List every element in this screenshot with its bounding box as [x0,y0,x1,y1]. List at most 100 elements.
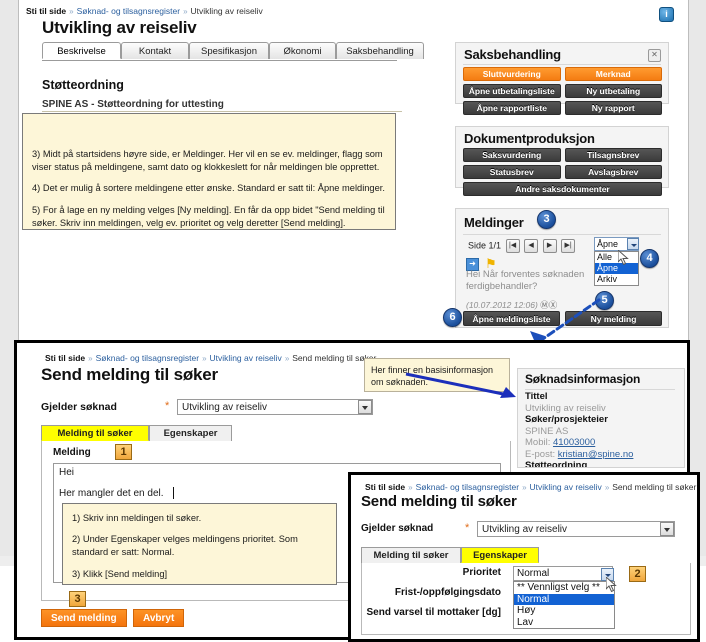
note-paragraph-5: 5) For å lage en ny melding velges [Ny m… [32,204,385,228]
breadcrumb-separator: » [408,483,413,492]
panel-dokumentproduksjon-title: Dokumentproduksjon [464,131,595,146]
label-gjelder-soknad: Gjelder søknad [41,401,117,413]
breadcrumb-item-register[interactable]: Søknad- og tilsagnsregister [77,6,180,16]
tab-kontakt[interactable]: Kontakt [121,42,189,59]
button-ny-rapport[interactable]: Ny rapport [564,101,662,115]
tooltip-arrow [405,372,516,398]
button-sluttvurdering[interactable]: Sluttvurdering [463,67,561,81]
select-gjelder-soknad[interactable]: Utvikling av reiseliv [477,521,675,537]
callout-number-2: 2 [629,566,646,582]
button-saksvurdering[interactable]: Saksvurdering [463,148,561,162]
select-prioritet[interactable]: Normal [513,566,613,581]
button-apne-utbetalingsliste[interactable]: Åpne utbetalingsliste [463,84,561,98]
button-ny-utbetaling[interactable]: Ny utbetaling [564,84,662,98]
panel-saksbehandling-title: Saksbehandling [464,47,561,62]
breadcrumb-root[interactable]: Sti til side [45,353,85,363]
tab-okonomi[interactable]: Økonomi [269,42,336,59]
panel-dokumentproduksjon: Dokumentproduksjon Saksvurdering Tilsagn… [455,126,669,196]
note-paragraph-4: 4) Det er mulig å sortere meldingene ett… [32,183,385,194]
breadcrumb-item-soknad[interactable]: Utvikling av reiseliv [530,482,602,492]
breadcrumb-root[interactable]: Sti til side [26,6,66,16]
page-title: Utvikling av reiseliv [42,18,197,37]
button-apne-rapportliste[interactable]: Åpne rapportliste [463,101,561,115]
tab-egenskaper[interactable]: Egenskaper [461,547,539,563]
window-tab-bar: Melding til søker Egenskaper [361,547,691,564]
pager-label: Side 1/1 [468,240,502,251]
section-divider [42,111,402,112]
breadcrumb-separator: » [88,354,93,363]
breadcrumb: Sti til side» Søknad- og tilsagnsregister… [45,353,376,363]
panel-divider [525,389,675,390]
tab-spesifikasjon[interactable]: Spesifikasjon [189,42,269,59]
panel-divider [463,234,661,235]
select-gjelder-soknad[interactable]: Utvikling av reiseliv [177,399,373,415]
help-info-icon[interactable]: i [659,7,674,22]
option-normal[interactable]: Normal [514,593,614,605]
button-andre-saksdokumenter[interactable]: Andre saksdokumenter [463,182,662,196]
breadcrumb-item-register[interactable]: Søknad- og tilsagnsregister [96,353,199,363]
soknadsinfo-key-tittel: Tittel [525,391,548,402]
close-icon[interactable]: ✕ [648,49,661,62]
chevron-down-icon[interactable] [660,522,674,536]
soknadsinfo-key-epost: E-post: [525,448,556,460]
button-statusbrev[interactable]: Statusbrev [463,165,561,179]
chevron-down-icon[interactable] [358,400,372,414]
soknadsinfo-key-soker: Søker/prosjekteier [525,414,608,426]
option-vennligst-velg[interactable]: ** Vennligst velg ** [514,582,614,594]
button-merknad[interactable]: Merknad [564,67,662,81]
tab-melding-til-soker[interactable]: Melding til søker [361,547,461,563]
soknadsinfo-value-mobil[interactable]: 41003000 [553,437,595,448]
soknadsinfo-key-stotteordning: Støtteordning [525,460,588,468]
soknadsinfo-value-tittel: Utvikling av reiseliv [525,402,606,414]
soknadsinfo-value-epost[interactable]: kristian@spine.no [558,449,634,460]
breadcrumb: Sti til side» Søknad- og tilsagnsregister… [365,482,696,492]
panel-soknadsinformasjon-title: Søknadsinformasjon [525,372,641,386]
soknadsinfo-row-epost: E-post: kristian@spine.no [525,449,683,461]
label-prioritet: Prioritet [462,567,501,578]
prev-page-icon[interactable]: ◀ [524,239,539,253]
window-send-melding-egenskaper: Sti til side» Søknad- og tilsagnsregister… [348,472,700,642]
breadcrumb-item-current: Utvikling av reiseliv [190,6,263,16]
breadcrumb-item-current: Send melding til søker [612,482,697,492]
last-page-icon[interactable]: ▶| [561,239,576,253]
panel-meldinger-title: Meldinger [464,215,524,230]
button-avslagsbrev[interactable]: Avslagsbrev [564,165,662,179]
panel-soknadsinformasjon: Søknadsinformasjon Tittel Utvikling av r… [517,368,685,468]
breadcrumb-separator: » [183,7,188,16]
option-hoy[interactable]: Høy [514,605,614,617]
tab-saksbehandling[interactable]: Saksbehandling [336,42,424,59]
callout-badge-4: 4 [640,249,659,268]
callout-badge-6: 6 [443,308,462,327]
soknadsinfo-rows: Tittel Utvikling av reiseliv Søker/prosj… [525,391,683,468]
breadcrumb-item-register[interactable]: Søknad- og tilsagnsregister [416,482,519,492]
label-melding: Melding [53,447,91,458]
annotation-note-main: 3) Midt på startsidens høyre side, er Me… [22,113,396,230]
callout-number-3: 3 [69,591,86,607]
breadcrumb-separator: » [604,483,610,492]
window-tab-bar: Melding til søker Egenskaper [41,425,511,442]
breadcrumb-item-soknad[interactable]: Utvikling av reiseliv [210,353,282,363]
text-caret [173,487,174,499]
chevron-down-icon[interactable] [627,238,639,250]
breadcrumb-root[interactable]: Sti til side [365,482,405,492]
breadcrumb-separator: » [522,483,527,492]
required-marker: * [165,400,170,412]
tab-beskrivelse[interactable]: Beskrivelse [42,42,121,59]
window-title: Send melding til søker [361,493,517,510]
next-page-icon[interactable]: ▶ [542,239,557,253]
panel-divider [463,64,661,65]
button-tilsagnsbrev[interactable]: Tilsagnsbrev [564,148,662,162]
panel-saksbehandling: Saksbehandling ✕ Sluttvurdering Merknad … [455,42,669,115]
message-text[interactable]: Hei Når forventes søknaden ferdigbehandl… [466,269,656,293]
button-avbryt[interactable]: Avbryt [133,609,185,627]
section-subtext: SPINE AS - Støtteordning for uttesting [42,99,224,110]
button-send-melding[interactable]: Send melding [41,609,127,627]
prioritet-options[interactable]: ** Vennligst velg ** Normal Høy Lav [513,581,615,629]
tab-egenskaper[interactable]: Egenskaper [149,425,232,441]
first-page-icon[interactable]: |◀ [505,239,520,253]
tab-melding-til-soker[interactable]: Melding til søker [41,425,149,441]
soknadsinfo-row-mobil: Mobil: 41003000 [525,437,683,449]
option-alle[interactable]: Alle [595,252,638,263]
textarea-line-2: Her mangler det en del. [59,488,164,499]
option-lav[interactable]: Lav [514,617,614,629]
